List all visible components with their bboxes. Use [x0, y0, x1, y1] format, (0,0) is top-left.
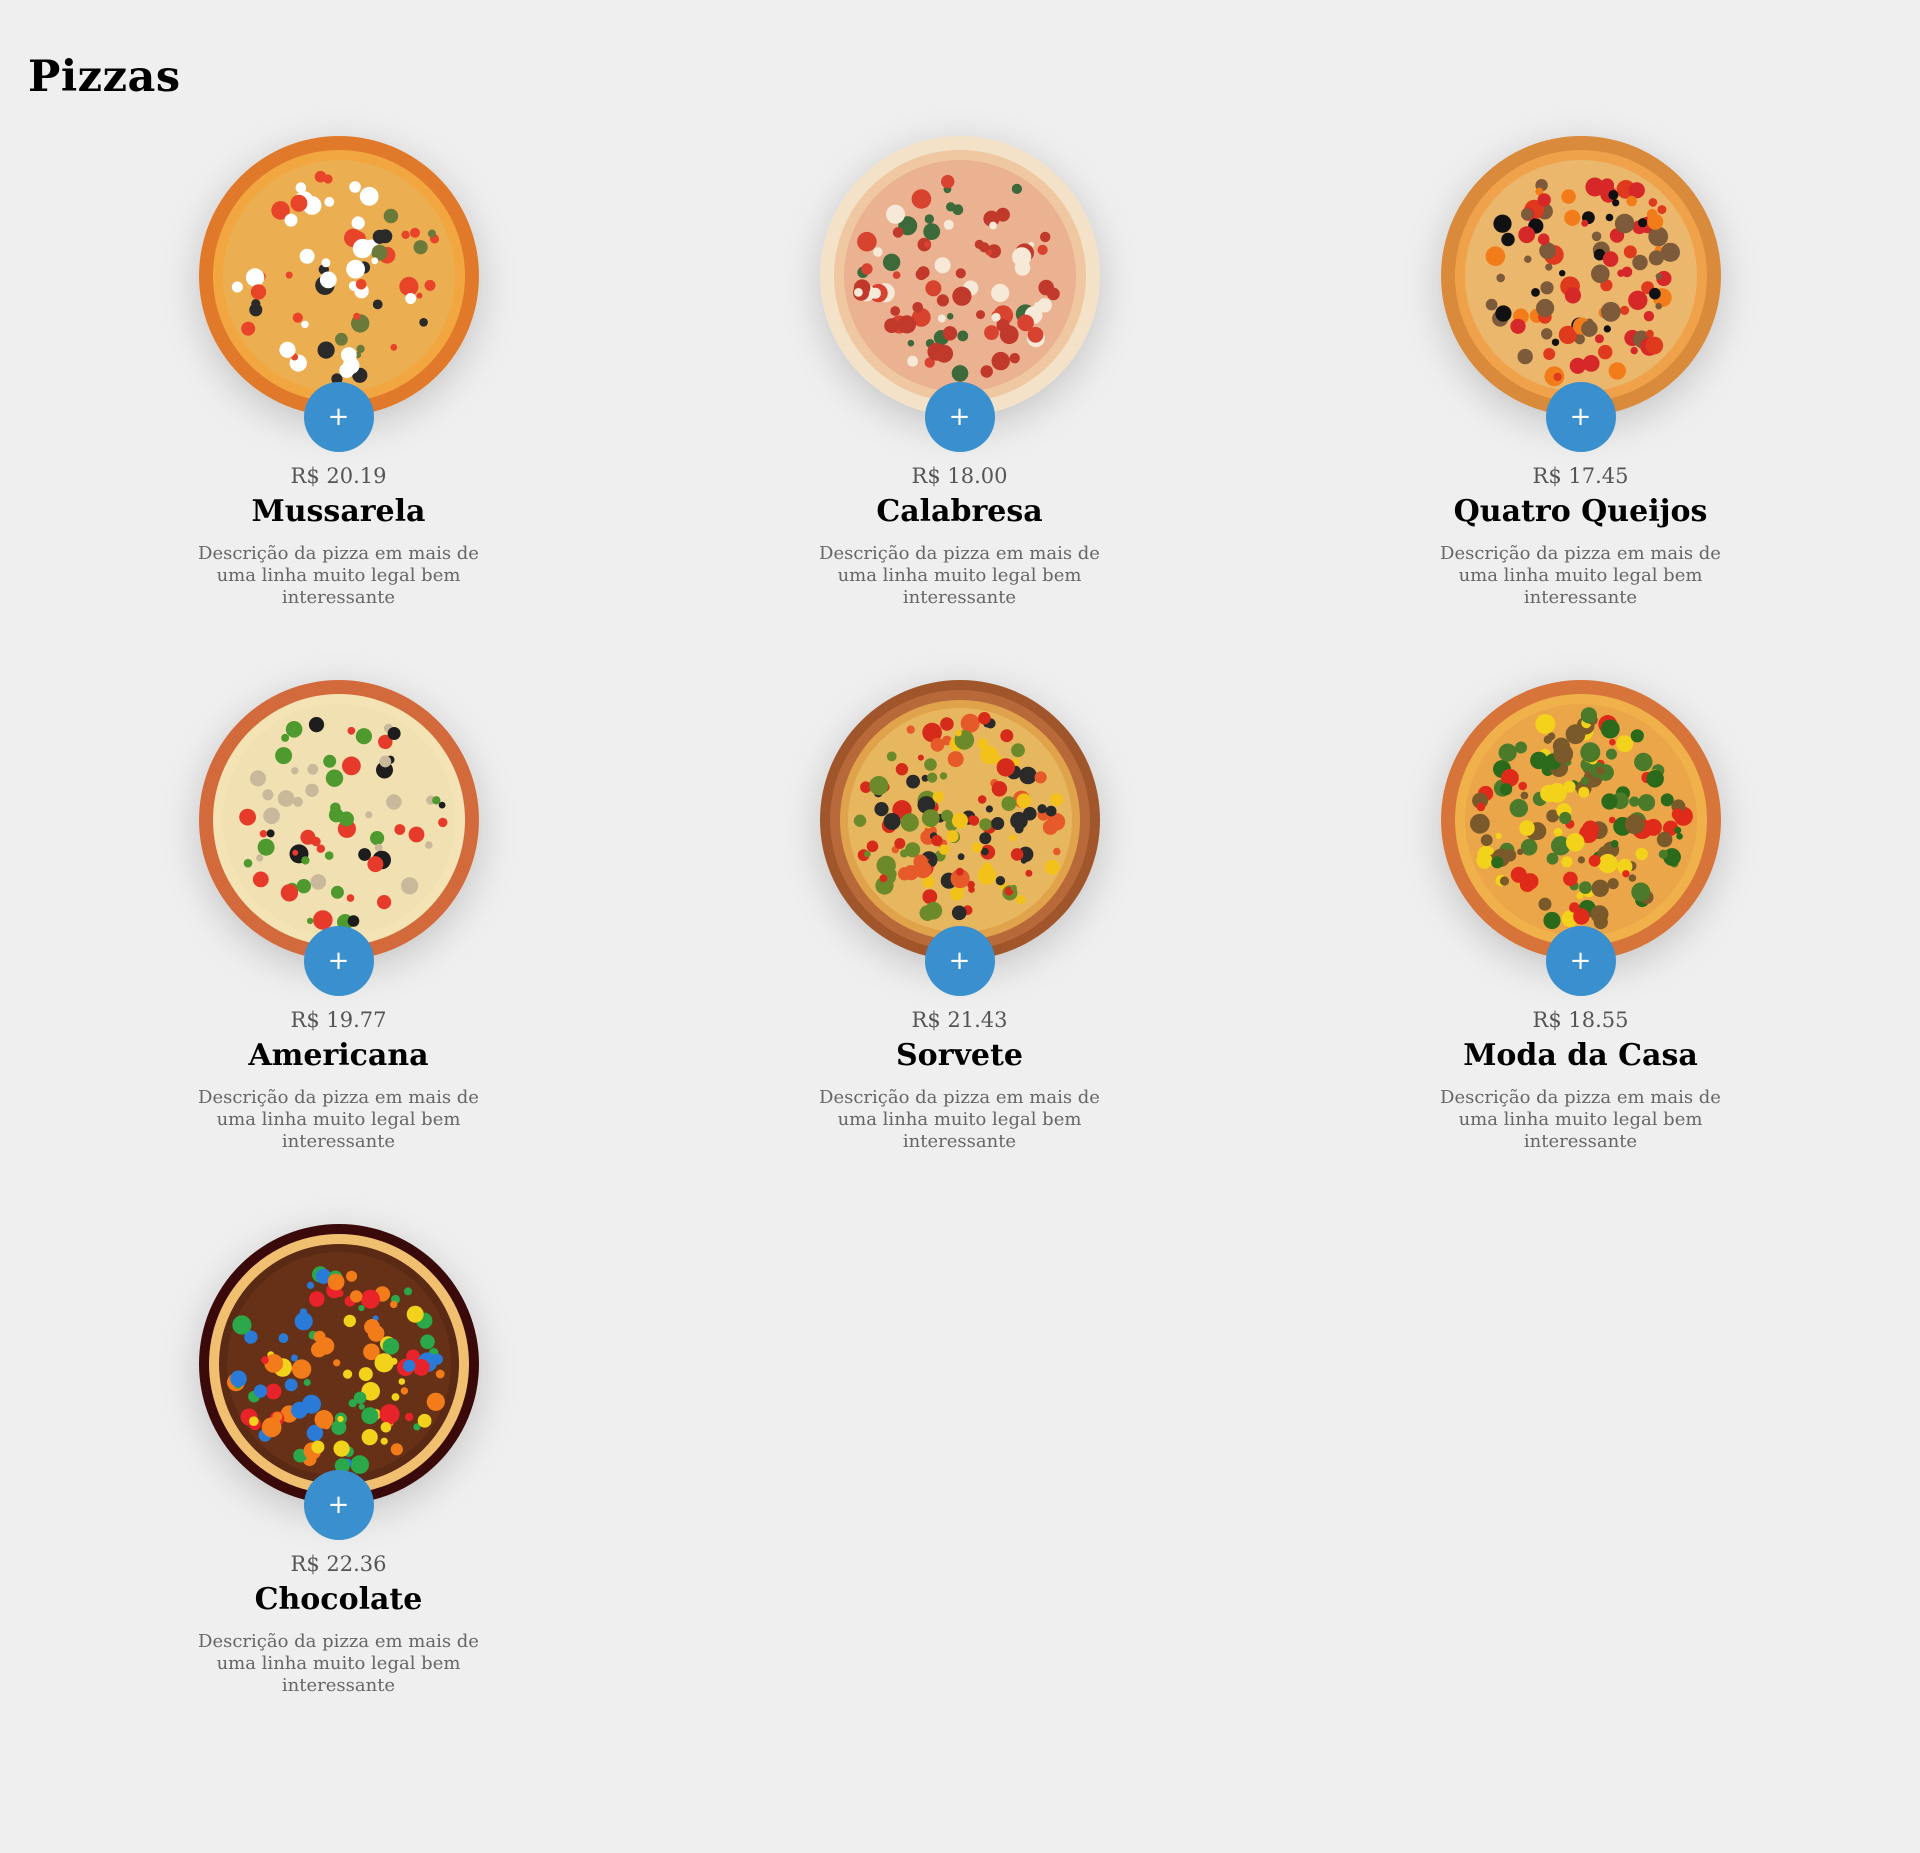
pizza-image: [819, 680, 1100, 960]
pizza-card-mussarela[interactable]: + R$ 20.19 Mussarela Descrição da pizza …: [28, 136, 649, 680]
pizza-name: Calabresa: [876, 494, 1043, 529]
pizza-card-moda-da-casa[interactable]: + R$ 18.55 Moda da Casa Descrição da piz…: [1270, 680, 1891, 1224]
pizza-card-americana[interactable]: + R$ 19.77 Americana Descrição da pizza …: [28, 680, 649, 1224]
pizza-price: R$ 18.00: [911, 464, 1008, 488]
pizza-image: [198, 136, 479, 416]
pizza-description: Descrição da pizza em mais de uma linha …: [1440, 1087, 1721, 1152]
add-to-cart-button[interactable]: +: [1545, 382, 1616, 452]
add-to-cart-button[interactable]: +: [924, 382, 995, 452]
add-to-cart-button[interactable]: +: [924, 926, 995, 996]
pizza-grid: + R$ 20.19 Mussarela Descrição da pizza …: [0, 136, 1920, 1768]
pizza-card-chocolate[interactable]: + R$ 22.36 Chocolate Descrição da pizza …: [28, 1224, 649, 1768]
pizza-name: Americana: [248, 1038, 429, 1073]
pizza-card-calabresa[interactable]: + R$ 18.00 Calabresa Descrição da pizza …: [649, 136, 1270, 680]
pizza-image: [198, 680, 479, 960]
pizza-image: [819, 136, 1100, 416]
pizza-image: [198, 1224, 479, 1504]
pizza-card-sorvete[interactable]: + R$ 21.43 Sorvete Descrição da pizza em…: [649, 680, 1270, 1224]
pizza-menu-page: Pizzas + R$ 20.19 Mussarela Descrição da…: [0, 0, 1920, 1853]
plus-icon: +: [327, 946, 350, 976]
pizza-price: R$ 20.19: [290, 464, 387, 488]
pizza-price: R$ 19.77: [290, 1008, 387, 1032]
pizza-illustration: [819, 136, 1100, 416]
pizza-description: Descrição da pizza em mais de uma linha …: [819, 543, 1100, 608]
pizza-description: Descrição da pizza em mais de uma linha …: [198, 1631, 479, 1696]
pizza-illustration: [198, 680, 479, 960]
page-title: Pizzas: [28, 52, 181, 102]
pizza-card-quatro-queijos[interactable]: + R$ 17.45 Quatro Queijos Descrição da p…: [1270, 136, 1891, 680]
pizza-image: [1440, 680, 1721, 960]
pizza-description: Descrição da pizza em mais de uma linha …: [819, 1087, 1100, 1152]
pizza-illustration: [819, 680, 1100, 960]
pizza-name: Moda da Casa: [1463, 1038, 1698, 1073]
add-to-cart-button[interactable]: +: [303, 926, 374, 996]
add-to-cart-button[interactable]: +: [1545, 926, 1616, 996]
pizza-description: Descrição da pizza em mais de uma linha …: [198, 1087, 479, 1152]
add-to-cart-button[interactable]: +: [303, 1470, 374, 1540]
plus-icon: +: [327, 1490, 350, 1520]
add-to-cart-button[interactable]: +: [303, 382, 374, 452]
pizza-price: R$ 21.43: [911, 1008, 1008, 1032]
plus-icon: +: [1569, 946, 1592, 976]
pizza-price: R$ 18.55: [1532, 1008, 1629, 1032]
pizza-description: Descrição da pizza em mais de uma linha …: [198, 543, 479, 608]
pizza-price: R$ 22.36: [290, 1552, 387, 1576]
pizza-name: Quatro Queijos: [1453, 494, 1708, 529]
plus-icon: +: [948, 402, 971, 432]
pizza-illustration: [1440, 680, 1721, 960]
pizza-illustration: [1440, 136, 1721, 416]
plus-icon: +: [1569, 402, 1592, 432]
pizza-name: Chocolate: [254, 1582, 423, 1617]
pizza-name: Sorvete: [896, 1038, 1023, 1073]
pizza-illustration: [198, 136, 479, 416]
pizza-description: Descrição da pizza em mais de uma linha …: [1440, 543, 1721, 608]
pizza-name: Mussarela: [251, 494, 426, 529]
plus-icon: +: [948, 946, 971, 976]
plus-icon: +: [327, 402, 350, 432]
pizza-price: R$ 17.45: [1532, 464, 1629, 488]
pizza-image: [1440, 136, 1721, 416]
pizza-illustration: [198, 1224, 479, 1504]
